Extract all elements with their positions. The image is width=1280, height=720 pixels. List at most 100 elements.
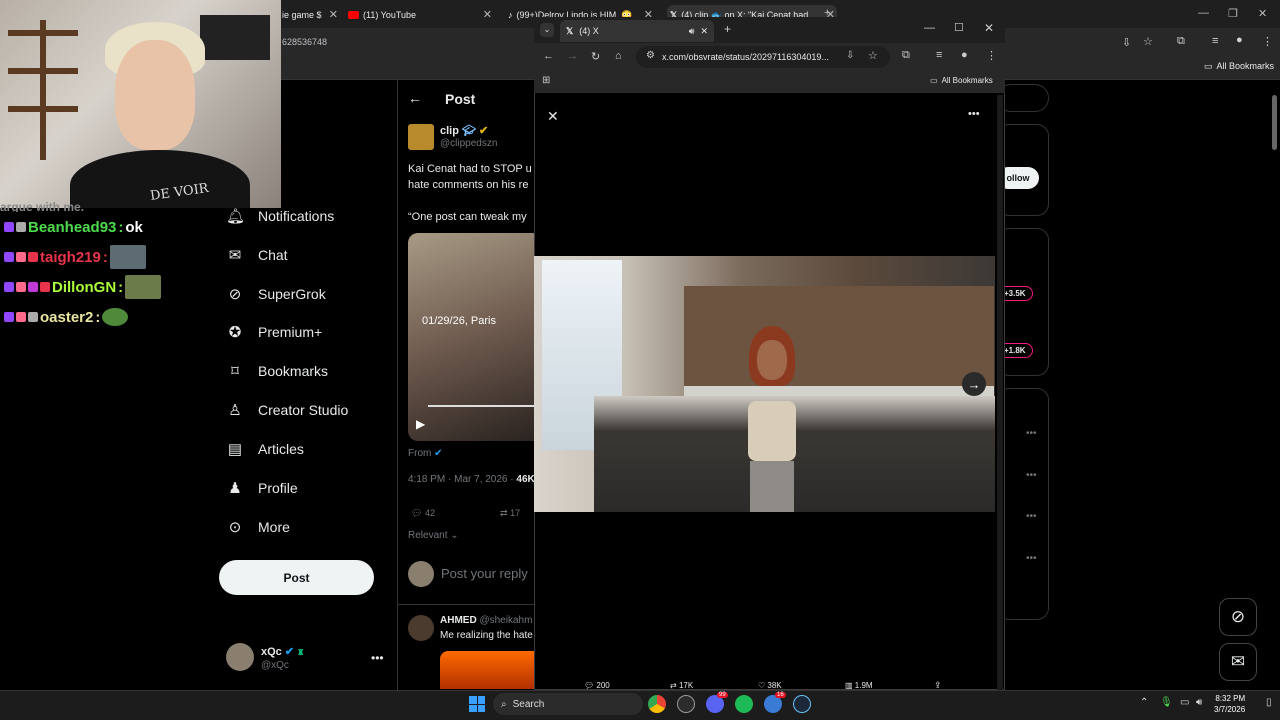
play-icon[interactable]: ▶ (416, 417, 425, 431)
close-icon[interactable]: ✕ (700, 26, 708, 37)
browser-tab[interactable]: ie game $ ✕ (282, 5, 340, 25)
mic-icon[interactable]: 🎙︎ (1160, 697, 1173, 708)
heart-badge-icon (28, 282, 38, 292)
extensions-icon[interactable]: ⧉ (902, 49, 910, 62)
volume-icon[interactable]: 🔊︎ (1196, 697, 1202, 708)
more-icon[interactable]: ••• (1026, 470, 1037, 481)
chat-username: DillonGN (52, 278, 117, 296)
popup-scrollbar[interactable] (997, 95, 1003, 690)
all-bookmarks[interactable]: ▭ All Bookmarks (930, 76, 993, 85)
close-icon[interactable]: ✕ (483, 8, 492, 21)
video-progress-bar[interactable] (428, 405, 536, 407)
popup-tab[interactable]: 𝕏 (4) X 🔊︎ ✕ (560, 20, 714, 42)
nav-articles[interactable]: ▤ Articles (226, 434, 304, 464)
back-arrow-icon[interactable]: ← (408, 90, 422, 106)
popup-stat-views[interactable]: ▥ 1.9M (845, 681, 873, 690)
minimize-icon[interactable]: — (1198, 7, 1209, 19)
close-window-icon[interactable]: ✕ (1258, 7, 1267, 20)
chevron-down-icon: ⌄ (450, 530, 459, 541)
new-tab-icon[interactable]: + (724, 22, 731, 36)
sub-badge-icon (4, 222, 14, 232)
reply-icon: 💬︎ (411, 508, 423, 518)
scrollbar[interactable] (1272, 95, 1277, 150)
reload-icon[interactable]: ↻ (591, 50, 600, 63)
menu-icon[interactable]: ⋮ (1262, 35, 1273, 48)
avatar[interactable] (226, 643, 254, 671)
extensions-icon[interactable]: ⧉ (1177, 35, 1185, 48)
reply-count[interactable]: 💬︎ 42 (411, 508, 435, 519)
address-url[interactable]: 628536748 (282, 37, 327, 47)
popup-stat-likes[interactable]: ♡ 38K (758, 681, 782, 690)
close-icon[interactable]: ✕ (329, 8, 338, 21)
grok-fab-button[interactable]: ⊘ (1219, 598, 1257, 636)
home-icon[interactable]: ⌂ (615, 50, 622, 62)
tray-chevron-icon[interactable]: ⌃ (1140, 697, 1148, 708)
windows-start-icon[interactable] (469, 696, 485, 712)
taskbar-search[interactable]: ⌕ Search (493, 693, 643, 715)
post-button[interactable]: Post (219, 560, 374, 595)
forward-icon[interactable]: → (567, 50, 578, 62)
popup-stat-replies[interactable]: 💬︎ 200 (584, 681, 610, 690)
nav-creator-studio[interactable]: ♙ Creator Studio (226, 395, 348, 425)
maximize-icon[interactable]: ❐ (1228, 7, 1238, 20)
install-icon[interactable]: ⇩ (1122, 36, 1131, 49)
steam-icon[interactable] (793, 695, 811, 713)
site-info-icon[interactable]: ⚙ (646, 50, 655, 61)
close-media-icon[interactable]: ✕ (547, 108, 559, 125)
more-icon[interactable]: ••• (1026, 428, 1037, 439)
tab-search-icon[interactable]: ⌄ (540, 23, 554, 37)
profile-avatar[interactable]: ● (961, 49, 968, 61)
spotify-icon[interactable] (735, 695, 753, 713)
star-icon[interactable]: ☆ (868, 49, 878, 62)
nav-profile[interactable]: ♟ Profile (226, 473, 297, 503)
media-icon[interactable]: ≡ (936, 49, 942, 61)
chat-colon: : (102, 248, 108, 266)
nav-supergrok[interactable]: ⊘ SuperGrok (226, 279, 326, 309)
account-name[interactable]: xQc ✔ ♜ (261, 645, 304, 658)
more-options-icon[interactable]: ••• (968, 108, 980, 120)
reply-input[interactable]: Post your reply (441, 566, 536, 581)
messages-fab-button[interactable]: ✉ (1219, 643, 1257, 681)
chrome-icon[interactable] (648, 695, 666, 713)
maximize-icon[interactable]: ☐ (954, 21, 964, 34)
reply-media[interactable] (440, 651, 535, 689)
all-bookmarks[interactable]: ▭ All Bookmarks (1204, 61, 1274, 72)
popup-stat-reposts[interactable]: ⇄ 17K (670, 681, 693, 690)
star-icon[interactable]: ☆ (1143, 35, 1153, 48)
profile-avatar[interactable]: ● (1236, 34, 1243, 46)
app-icon[interactable] (677, 695, 695, 713)
author-avatar[interactable] (408, 124, 434, 150)
apps-grid-icon[interactable]: ⊞ (542, 75, 550, 86)
back-icon[interactable]: ← (543, 50, 554, 62)
more-icon[interactable]: ••• (1026, 511, 1037, 522)
menu-icon[interactable]: ⋮ (986, 49, 997, 62)
nav-bookmarks[interactable]: ⌑ Bookmarks (226, 356, 328, 386)
post-video[interactable]: 01/29/26, Paris ▶ (408, 233, 536, 441)
account-more-icon[interactable]: ••• (371, 651, 384, 665)
sort-label: Relevant (408, 530, 448, 541)
taskbar-clock[interactable]: 8:32 PM 3/7/2026 (1214, 693, 1245, 715)
x-logo-icon: 𝕏 (566, 25, 574, 36)
speaker-icon[interactable]: 🔊︎ (689, 26, 695, 37)
nav-chat[interactable]: ✉ Chat (226, 240, 288, 270)
notification-icon[interactable]: ▯ (1266, 697, 1272, 708)
reply-avatar[interactable] (408, 615, 434, 641)
nav-more[interactable]: ⊙ More (226, 512, 290, 542)
more-icon[interactable]: ••• (1026, 553, 1037, 564)
popup-url-text[interactable]: x.com/obsvrate/status/20297116304019... (662, 52, 829, 62)
emote-icon (125, 275, 162, 299)
nav-supergrok-label: SuperGrok (258, 286, 326, 302)
nav-premium[interactable]: ✪ Premium+ (226, 317, 322, 347)
media-viewer-image[interactable] (534, 256, 995, 512)
media-icon[interactable]: ≡ (1212, 35, 1218, 47)
repost-count[interactable]: ⇄ 17 (500, 508, 520, 519)
browser-tab-youtube[interactable]: (11) YouTube ✕ (348, 5, 494, 25)
close-window-icon[interactable]: ✕ (984, 21, 994, 35)
network-icon[interactable]: ▭ (1180, 697, 1189, 708)
next-media-button[interactable]: → (962, 372, 986, 396)
reply-author[interactable]: AHMED @sheikahm (440, 615, 536, 626)
install-icon[interactable]: ⇩ (846, 50, 854, 61)
sort-dropdown[interactable]: Relevant ⌄ (408, 530, 459, 541)
author-name[interactable]: clip 🎓︎ ✔ (440, 124, 488, 137)
minimize-icon[interactable]: — (924, 22, 935, 34)
